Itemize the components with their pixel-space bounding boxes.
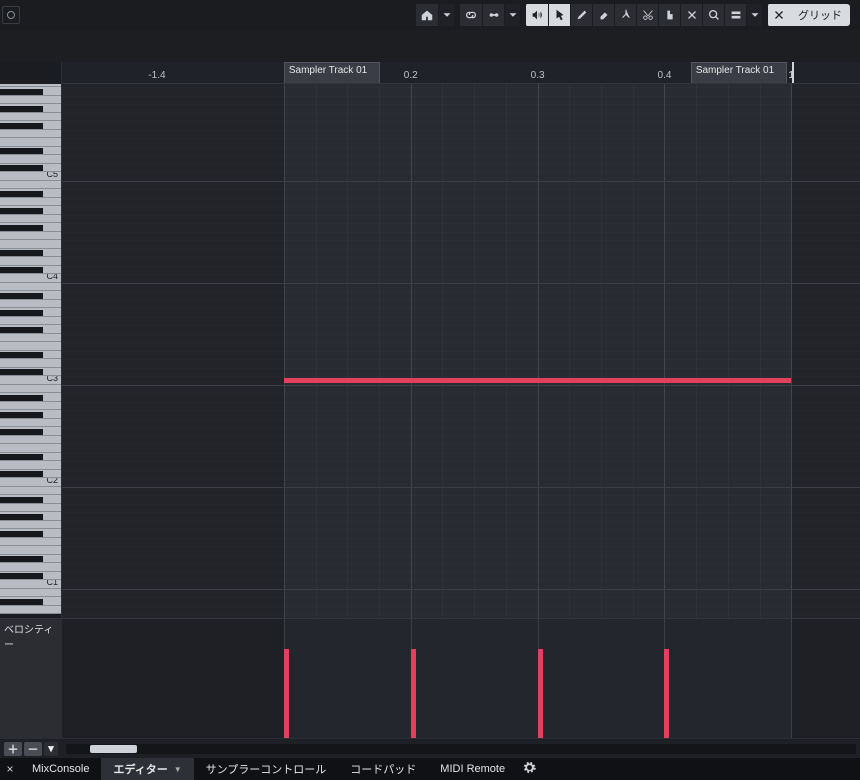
note-grid[interactable] xyxy=(62,84,860,618)
ruler-tick: 0.3 xyxy=(531,70,545,81)
velocity-event[interactable] xyxy=(664,649,669,738)
info-line-area xyxy=(0,30,860,62)
velocity-lane-label: ベロシティー xyxy=(0,619,62,738)
lower-zone-tabs: × MixConsoleエディター▼サンプラーコントロールコードパッドMIDI … xyxy=(0,758,860,780)
velocity-event[interactable] xyxy=(284,649,289,738)
remove-button[interactable]: － xyxy=(24,742,42,756)
gear-icon[interactable] xyxy=(517,761,541,777)
tool-dropdown-icon[interactable] xyxy=(746,4,762,26)
record-toggle-icon[interactable] xyxy=(2,6,20,24)
link-icon[interactable] xyxy=(460,4,482,26)
tab-mixconsole[interactable]: MixConsole xyxy=(20,758,101,780)
horizontal-scrollbar[interactable] xyxy=(66,744,856,754)
tab-midiremote[interactable]: MIDI Remote xyxy=(428,758,517,780)
toolbar: グリッド xyxy=(416,3,860,27)
midi-note[interactable] xyxy=(284,378,792,383)
ruler-tick: 0.2 xyxy=(404,70,418,81)
piano-keyboard[interactable]: C1C2C3C4C5C6 xyxy=(0,84,62,618)
close-icon[interactable]: × xyxy=(0,762,20,776)
scissors-tool-icon[interactable] xyxy=(636,4,658,26)
snap-mode-label[interactable]: グリッド xyxy=(790,4,850,26)
ruler-corner xyxy=(0,62,62,84)
audition-icon[interactable] xyxy=(526,4,548,26)
add-button[interactable]: ＋ xyxy=(4,742,22,756)
velocity-event[interactable] xyxy=(538,649,543,738)
pointer-tool-icon[interactable] xyxy=(548,4,570,26)
playhead[interactable] xyxy=(792,62,794,83)
snap-icon[interactable] xyxy=(768,4,790,26)
draw-tool-icon[interactable] xyxy=(570,4,592,26)
time-ruler[interactable]: -1.40.20.30.411.2Sampler Track 01Sampler… xyxy=(62,62,860,84)
clip-header[interactable]: Sampler Track 01 xyxy=(691,62,787,84)
trim-tool-icon[interactable] xyxy=(614,4,636,26)
tab-chordpads[interactable]: コードパッド xyxy=(338,758,428,780)
chevron-down-icon: ▼ xyxy=(174,765,182,774)
home-icon[interactable] xyxy=(416,4,438,26)
glue-tool-icon[interactable] xyxy=(658,4,680,26)
mute-tool-icon[interactable] xyxy=(680,4,702,26)
tab-sampler[interactable]: サンプラーコントロール xyxy=(194,758,339,780)
velocity-event[interactable] xyxy=(411,649,416,738)
solo-dropdown-icon[interactable] xyxy=(504,4,520,26)
zoom-tool-icon[interactable] xyxy=(702,4,724,26)
ruler-tick: -1.4 xyxy=(148,70,165,81)
zoom-dropdown-icon[interactable]: ▾ xyxy=(44,742,58,756)
erase-tool-icon[interactable] xyxy=(592,4,614,26)
clip-header[interactable]: Sampler Track 01 xyxy=(284,62,380,84)
ruler-tick: 0.4 xyxy=(658,70,672,81)
tab-editor[interactable]: エディター▼ xyxy=(101,758,193,780)
solo-icon[interactable] xyxy=(482,4,504,26)
velocity-lane[interactable] xyxy=(62,619,860,738)
scrollbar-thumb[interactable] xyxy=(90,745,137,753)
home-dropdown-icon[interactable] xyxy=(438,4,454,26)
comp-tool-icon[interactable] xyxy=(724,4,746,26)
